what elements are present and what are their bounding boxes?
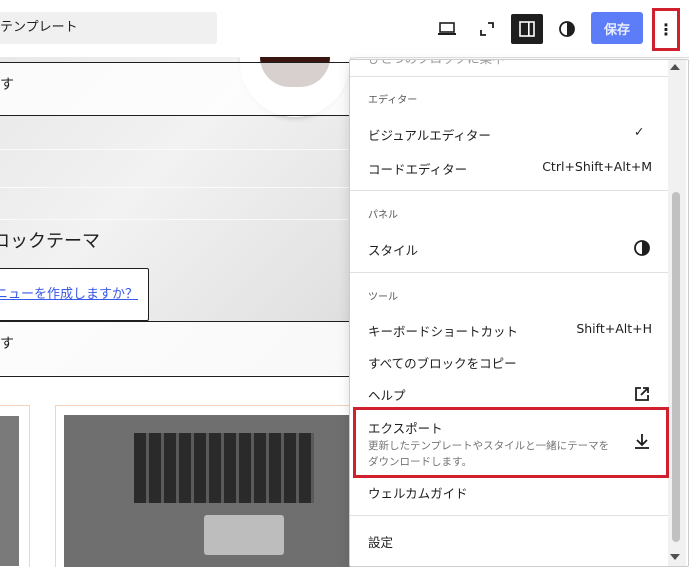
laptop-icon [438, 22, 456, 35]
options-dropdown: ひとつのブロックに集中 エディター ビジュアルエディター ✓ コードエディター … [349, 59, 689, 567]
menu-divider [350, 272, 668, 273]
menu-scrollbar-thumb[interactable] [672, 192, 680, 542]
settings-sidebar-toggle[interactable] [511, 14, 543, 44]
scroll-up-arrow-icon[interactable] [670, 64, 680, 70]
header-text: す [0, 77, 14, 93]
menu-item-preferences[interactable]: 設定 [368, 532, 393, 551]
template-title[interactable]: テンプレート [0, 12, 217, 44]
kebab-icon: ⋮ [658, 20, 674, 39]
scroll-down-arrow-icon[interactable] [670, 554, 680, 560]
menu-item-style[interactable]: スタイル [368, 240, 418, 259]
header-text-block[interactable]: す [0, 62, 351, 116]
menu-item-copy-all-blocks[interactable]: すべてのブロックをコピー [368, 353, 517, 372]
export-highlight-box [353, 407, 669, 478]
footer-text-block[interactable]: す [0, 321, 351, 377]
tools-group-label: ツール [368, 292, 398, 303]
style-button[interactable] [551, 14, 583, 44]
menu-item-keyboard-shortcuts[interactable]: キーボードショートカット [368, 321, 518, 340]
laptop-image [64, 415, 354, 567]
expand-icon [480, 22, 494, 36]
save-button[interactable]: 保存 [591, 12, 643, 44]
panel-group-label: パネル [368, 210, 398, 221]
divider [0, 149, 356, 150]
code-editor-shortcut: Ctrl+Shift+Alt+M [542, 159, 652, 174]
menu-item-code-editor[interactable]: コードエディター [368, 159, 467, 178]
external-link-icon [635, 387, 649, 401]
menu-divider [350, 515, 668, 516]
options-menu-button[interactable]: ⋮ [652, 8, 680, 51]
image-card[interactable] [0, 405, 30, 567]
site-title[interactable]: ロックテーマ [0, 227, 100, 253]
fullscreen-button[interactable] [471, 14, 503, 44]
create-menu-link[interactable]: ニューを作成しますか？ [0, 287, 138, 302]
style-half-circle-icon [634, 240, 650, 256]
keyboard-shortcuts-key: Shift+Alt+H [576, 321, 652, 336]
check-icon: ✓ [634, 124, 645, 139]
menu-item-focus-mode[interactable]: ひとつのブロックに集中 [368, 60, 505, 67]
sidebar-icon [519, 21, 535, 37]
menu-item-visual-editor[interactable]: ビジュアルエディター [368, 125, 491, 144]
trackpad-image [204, 515, 284, 555]
card-image [0, 416, 19, 566]
keyboard-image [134, 433, 314, 503]
menu-item-help[interactable]: ヘルプ [368, 385, 406, 404]
menu-divider [350, 190, 668, 191]
half-circle-icon [559, 21, 575, 37]
menu-item-welcome-guide[interactable]: ウェルカムガイド [368, 483, 468, 502]
menu-divider [350, 76, 668, 77]
editor-group-label: エディター [368, 95, 418, 106]
create-menu-prompt[interactable]: ニューを作成しますか？ [0, 268, 149, 321]
divider [0, 219, 356, 220]
desktop-view-button[interactable] [431, 14, 463, 44]
divider [0, 187, 356, 188]
footer-text: す [0, 336, 14, 352]
